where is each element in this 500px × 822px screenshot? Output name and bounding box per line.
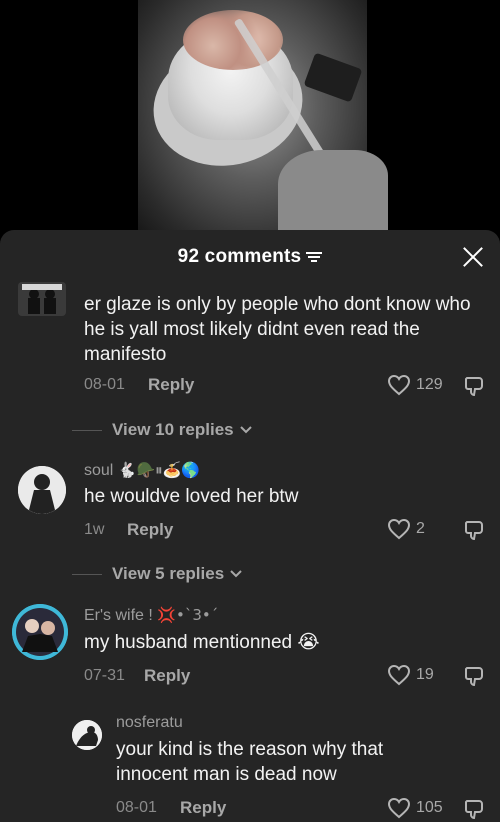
like-button[interactable]: 2 [387, 518, 425, 540]
reply-button[interactable]: Reply [180, 798, 226, 818]
heart-icon [387, 518, 411, 540]
comment-text: he wouldve loved her btw [84, 486, 299, 507]
avatar-image [18, 282, 66, 316]
view-replies-label: View 10 replies [112, 420, 234, 439]
reply-username: nosferatu [116, 714, 183, 731]
heart-icon [387, 664, 411, 686]
like-count: 129 [416, 376, 443, 393]
reply-button[interactable]: Reply [148, 375, 194, 395]
avatar-image [72, 720, 102, 750]
chevron-down-icon [230, 570, 242, 578]
comment-text: my husband mentionned 😭 [84, 632, 320, 653]
heart-icon [387, 797, 411, 819]
avatar[interactable] [12, 604, 68, 660]
comments-header: 92 comments [0, 230, 500, 288]
dislike-icon[interactable] [463, 375, 485, 397]
like-button[interactable]: 129 [387, 374, 443, 396]
username-text: soul [84, 462, 114, 479]
dislike-icon[interactable] [463, 665, 485, 687]
phone-object [303, 52, 363, 103]
divider-line [72, 429, 102, 431]
cake-flowers [183, 10, 283, 70]
like-button[interactable]: 105 [387, 797, 443, 819]
avatar-image [12, 604, 68, 660]
close-icon[interactable] [460, 244, 486, 270]
heart-icon [387, 374, 411, 396]
reply-button[interactable]: Reply [127, 520, 173, 540]
avatar[interactable] [18, 282, 66, 316]
dislike-icon[interactable] [463, 798, 485, 820]
avatar[interactable] [72, 720, 102, 750]
view-replies-label: View 5 replies [112, 564, 225, 583]
video-frame [138, 0, 388, 235]
username-emoji: 💢•`3•´ [157, 606, 219, 624]
reply-button[interactable]: Reply [144, 666, 190, 686]
video-background[interactable] [0, 0, 500, 235]
like-button[interactable]: 19 [387, 664, 434, 686]
dislike-icon[interactable] [463, 519, 485, 541]
hand [278, 150, 388, 235]
chevron-down-icon [239, 426, 252, 434]
username-emoji: 🐇🪖⏸🍝🌎 [117, 461, 201, 479]
like-count: 19 [416, 666, 434, 683]
comment-username: Er's wife ! 💢•`3•´ [84, 606, 218, 625]
comment-date: 1w [84, 521, 105, 538]
view-replies-button[interactable]: View 5 replies [72, 564, 243, 584]
view-replies-button[interactable]: View 10 replies [72, 420, 253, 440]
comments-count: 92 comments [0, 246, 500, 268]
comment-username: soul 🐇🪖⏸🍝🌎 [84, 461, 200, 480]
comments-sheet: 92 comments er glaze is only by people w… [0, 230, 500, 822]
filter-icon[interactable] [306, 250, 323, 264]
comments-count-label: 92 comments [177, 246, 302, 267]
divider-line [72, 573, 102, 575]
reply-text: your kind is the reason why that innocen… [116, 739, 384, 785]
comment-text: er glaze is only by people who dont know… [84, 294, 471, 365]
reply-date: 08-01 [116, 799, 157, 816]
comment-date: 07-31 [84, 667, 125, 684]
username-text: Er's wife ! [84, 607, 153, 624]
comment-date: 08-01 [84, 376, 125, 393]
like-count: 2 [416, 520, 425, 537]
like-count: 105 [416, 799, 443, 816]
avatar-image [18, 466, 66, 514]
avatar[interactable] [18, 466, 66, 514]
